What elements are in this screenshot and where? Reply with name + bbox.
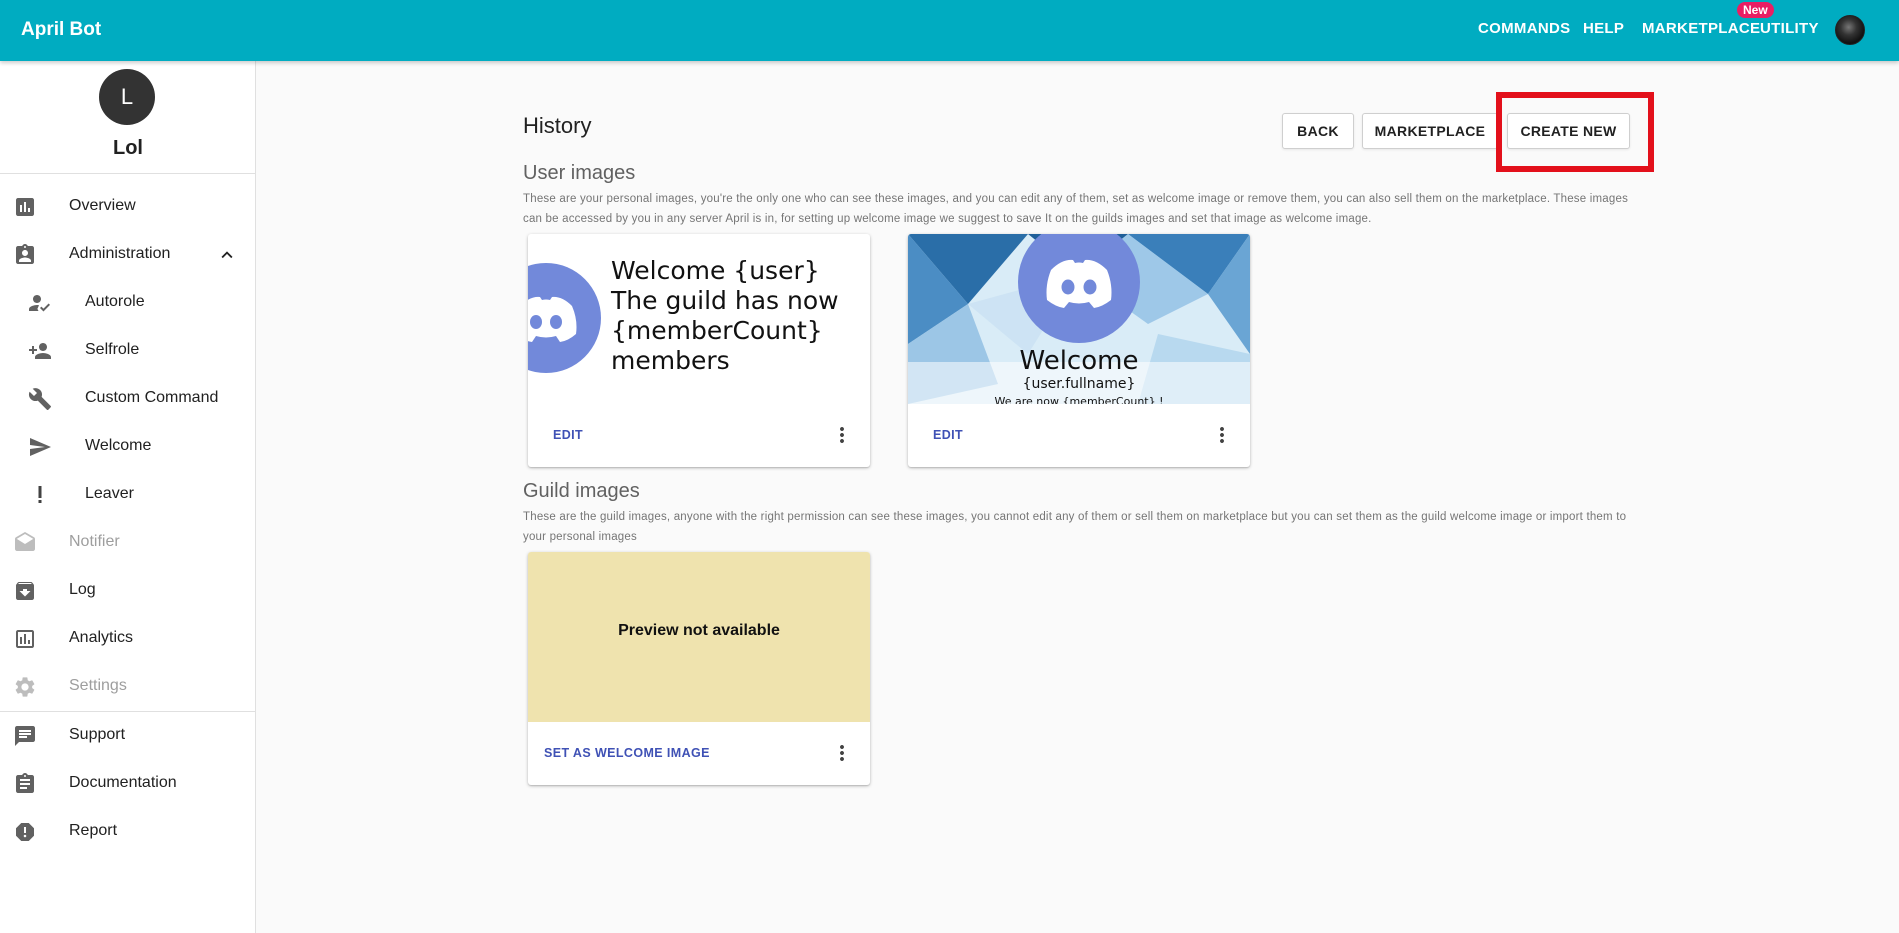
sidebar-item-log[interactable]: Log [0, 567, 255, 613]
drafts-icon [15, 532, 35, 551]
new-badge: New [1737, 2, 1774, 18]
preview-line: {memberCount} [611, 316, 823, 345]
report-icon [16, 823, 34, 841]
sidebar-item-label: Report [69, 822, 118, 839]
user-image-card: Welcome {user} The guild has now {member… [528, 234, 870, 467]
edit-button[interactable]: EDIT [933, 428, 963, 442]
nav-utility[interactable]: UTILITY [1760, 20, 1819, 37]
nav-marketplace[interactable]: MARKETPLACE [1642, 20, 1760, 37]
how-to-reg-icon [29, 295, 50, 312]
analytics-icon [16, 630, 34, 648]
sidebar-item-label: Selfrole [85, 341, 140, 358]
welcome-subtitle: {user.fullname} [1022, 376, 1136, 392]
user-images-title: User images [523, 162, 636, 184]
discord-logo-icon [528, 263, 601, 373]
sidebar-item-custom-command[interactable]: Custom Command [0, 375, 255, 421]
user-image-card: Welcome {user.fullname} We are now {memb… [908, 234, 1250, 467]
edit-button[interactable]: EDIT [553, 428, 583, 442]
preview-line: The guild has now [611, 286, 839, 315]
sidebar-item-welcome[interactable]: Welcome [0, 423, 255, 469]
clipboard-icon [16, 773, 34, 793]
more-vert-icon[interactable] [1210, 423, 1234, 447]
marketplace-button[interactable]: MARKETPLACE [1362, 113, 1498, 149]
preview-not-available: Preview not available [618, 622, 780, 639]
sidebar-item-analytics[interactable]: Analytics [0, 615, 255, 661]
sidebar-item-autorole[interactable]: Autorole [0, 279, 255, 325]
sidebar-item-notifier: Notifier [0, 519, 255, 565]
sidebar-item-settings: Settings [0, 663, 255, 709]
sidebar-item-overview[interactable]: Overview [0, 183, 255, 229]
sidebar-item-label: Settings [69, 677, 127, 694]
gear-icon [15, 677, 35, 697]
image-preview[interactable]: Welcome {user} The guild has now {member… [528, 234, 870, 404]
assignment-ind-icon [16, 244, 34, 264]
wrench-icon [28, 388, 51, 410]
welcome-subtitle-2: We are now {memberCount} ! [994, 395, 1164, 404]
sidebar: L Lol Overview Administration Autorole S… [0, 61, 256, 933]
guild-images-title: Guild images [523, 480, 640, 502]
sidebar-item-label: Administration [69, 245, 171, 262]
sidebar-item-administration[interactable]: Administration [0, 231, 255, 277]
guild-avatar: L [99, 69, 155, 125]
sidebar-item-label: Overview [69, 197, 136, 214]
sidebar-item-label: Support [69, 726, 126, 743]
sidebar-item-selfrole[interactable]: Selfrole [0, 327, 255, 373]
welcome-text: Welcome {user} The guild has now {member… [611, 256, 839, 376]
chat-icon [15, 726, 35, 746]
sidebar-item-label: Analytics [69, 629, 134, 646]
preview-line: members [611, 346, 730, 375]
guild-images-description: These are the guild images, anyone with … [523, 511, 1627, 543]
more-vert-icon[interactable] [830, 423, 854, 447]
create-new-button[interactable]: CREATE NEW [1507, 113, 1630, 149]
guild-name: Lol [113, 137, 143, 159]
archive-icon [16, 582, 34, 600]
user-avatar[interactable] [1835, 15, 1865, 45]
app-title[interactable]: April Bot [21, 19, 101, 41]
preview-line: Welcome {user} [611, 256, 820, 285]
sidebar-item-support[interactable]: Support [0, 712, 255, 758]
guild-image-card: Preview not available SET AS WELCOME IMA… [528, 552, 870, 785]
send-icon [30, 438, 51, 456]
sidebar-item-label: Documentation [69, 774, 177, 791]
user-images-description: These are your personal images, you're t… [523, 193, 1629, 225]
set-as-welcome-image-button[interactable]: SET AS WELCOME IMAGE [544, 746, 710, 760]
sidebar-item-label: Autorole [85, 293, 145, 310]
more-vert-icon[interactable] [830, 741, 854, 765]
sidebar-item-report[interactable]: Report [0, 808, 255, 854]
sidebar-item-label: Leaver [85, 485, 134, 502]
person-add-icon [29, 343, 51, 359]
page-title: History [523, 113, 592, 138]
sidebar-item-leaver[interactable]: Leaver [0, 471, 255, 517]
discord-logo-icon [1018, 234, 1140, 343]
sidebar-item-label: Log [69, 581, 96, 598]
nav-help[interactable]: HELP [1583, 20, 1624, 37]
welcome-title: Welcome [1019, 346, 1139, 376]
nav-commands[interactable]: COMMANDS [1478, 20, 1570, 37]
image-preview[interactable]: Preview not available [528, 552, 870, 722]
exclamation-icon [38, 486, 42, 503]
back-button[interactable]: BACK [1282, 113, 1354, 149]
chevron-up-icon[interactable] [216, 244, 238, 266]
app-bar: April Bot COMMANDS HELP MARKETPLACE New … [0, 0, 1899, 61]
sidebar-item-documentation[interactable]: Documentation [0, 760, 255, 806]
sidebar-item-label: Notifier [69, 533, 120, 550]
sidebar-item-label: Custom Command [85, 389, 219, 406]
bar-chart-icon [16, 198, 34, 216]
image-preview[interactable]: Welcome {user.fullname} We are now {memb… [908, 234, 1250, 404]
sidebar-item-label: Welcome [85, 437, 152, 454]
sidebar-divider [0, 173, 256, 174]
